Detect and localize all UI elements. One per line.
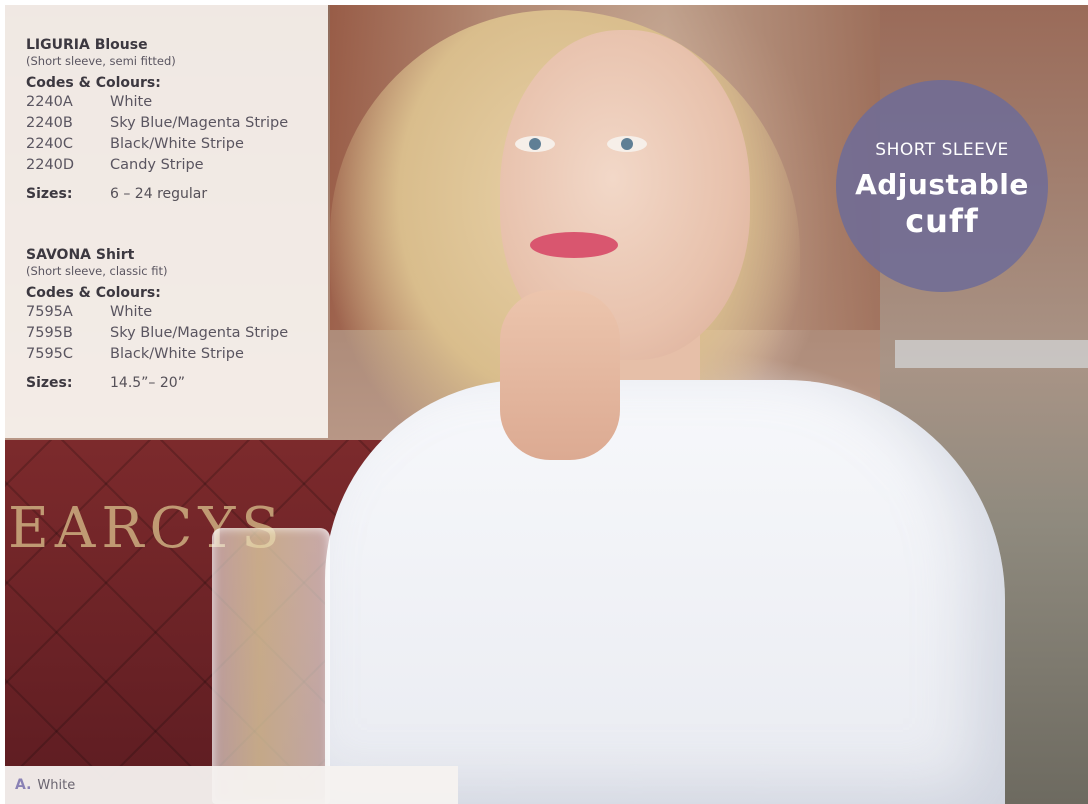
product-colour: Sky Blue/Magenta Stripe: [110, 115, 289, 131]
product-subtitle: (Short sleeve, semi fitted): [26, 54, 176, 68]
code-row: 2240B Sky Blue/Magenta Stripe: [26, 113, 288, 134]
product-code: 2240C: [26, 136, 74, 152]
code-row: 7595B Sky Blue/Magenta Stripe: [26, 323, 288, 344]
product-subtitle: (Short sleeve, classic fit): [26, 264, 168, 278]
sizes-row: Sizes: 6 – 24 regular: [26, 185, 288, 203]
right-eye: [607, 136, 647, 152]
champagne-glass: [212, 528, 330, 804]
left-eye: [515, 136, 555, 152]
catalogue-page: EARCYS LIGURIA Blouse (Short sleeve, sem…: [0, 0, 1088, 804]
model-lips: [530, 232, 618, 258]
code-row: 7595A White: [26, 302, 288, 323]
product-colour: White: [110, 94, 153, 110]
product-colour: White: [110, 304, 153, 320]
product-name: SAVONA Shirt: [26, 247, 135, 263]
image-caption: A. White: [5, 766, 458, 804]
badge-label: SHORT SLEEVE: [875, 140, 1009, 160]
badge-feature-word: cuff: [905, 202, 979, 240]
white-shirt: [325, 380, 1005, 804]
product-code: 2240D: [26, 157, 75, 173]
sizes-value: 14.5”– 20”: [110, 375, 185, 391]
badge-feature: Adjustable: [855, 168, 1029, 201]
product-name: LIGURIA Blouse: [26, 37, 148, 53]
code-row: 2240D Candy Stripe: [26, 155, 288, 176]
product-savona: SAVONA Shirt (Short sleeve, classic fit)…: [26, 247, 288, 392]
caption-letter: A.: [15, 777, 32, 793]
sizes-row: Sizes: 14.5”– 20”: [26, 374, 288, 392]
product-code: 2240A: [26, 94, 73, 110]
caption-text: White: [37, 777, 76, 793]
product-info-panel: LIGURIA Blouse (Short sleeve, semi fitte…: [5, 5, 328, 438]
sizes-value: 6 – 24 regular: [110, 186, 208, 202]
product-liguria: LIGURIA Blouse (Short sleeve, semi fitte…: [26, 37, 288, 203]
product-code: 7595A: [26, 304, 73, 320]
feature-badge: SHORT SLEEVE Adjustable cuff: [836, 80, 1048, 292]
model-hand: [500, 290, 620, 460]
product-colour: Sky Blue/Magenta Stripe: [110, 325, 289, 341]
product-code: 7595C: [26, 346, 74, 362]
product-colour: Black/White Stripe: [110, 346, 244, 362]
product-colour: Black/White Stripe: [110, 136, 244, 152]
code-row: 2240C Black/White Stripe: [26, 134, 288, 155]
code-row: 7595C Black/White Stripe: [26, 344, 288, 365]
product-colour: Candy Stripe: [110, 157, 204, 173]
product-code: 7595B: [26, 325, 73, 341]
codes-heading: Codes & Colours:: [26, 285, 161, 301]
sizes-label: Sizes:: [26, 375, 73, 391]
background-shelf: [895, 340, 1088, 368]
code-row: 2240A White: [26, 92, 288, 113]
sizes-label: Sizes:: [26, 186, 73, 202]
product-code: 2240B: [26, 115, 73, 131]
codes-heading: Codes & Colours:: [26, 75, 161, 91]
